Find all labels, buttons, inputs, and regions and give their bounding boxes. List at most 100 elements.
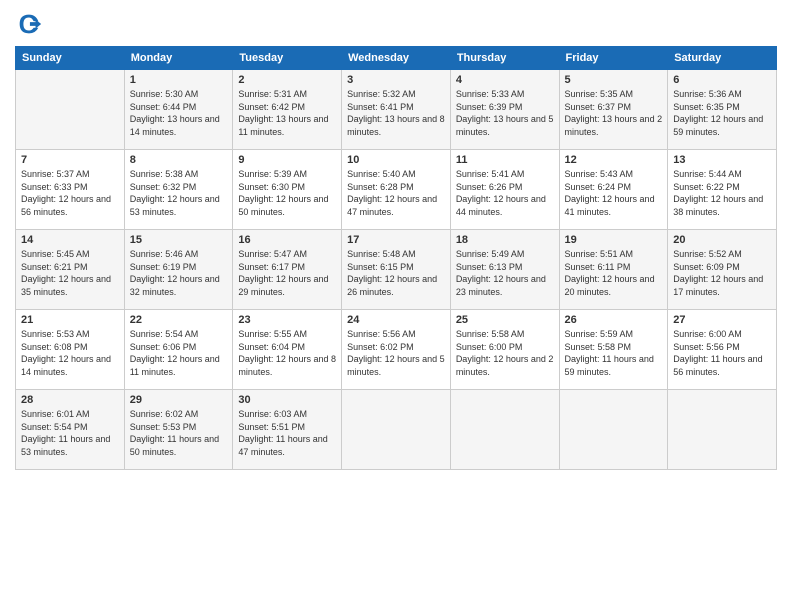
day-cell — [668, 390, 777, 470]
day-info: Sunrise: 5:54 AMSunset: 6:06 PMDaylight:… — [130, 328, 228, 378]
day-cell: 22 Sunrise: 5:54 AMSunset: 6:06 PMDaylig… — [124, 310, 233, 390]
day-cell — [450, 390, 559, 470]
day-cell: 26 Sunrise: 5:59 AMSunset: 5:58 PMDaylig… — [559, 310, 668, 390]
day-info: Sunrise: 5:30 AMSunset: 6:44 PMDaylight:… — [130, 88, 228, 138]
day-info: Sunrise: 5:52 AMSunset: 6:09 PMDaylight:… — [673, 248, 771, 298]
day-info: Sunrise: 5:40 AMSunset: 6:28 PMDaylight:… — [347, 168, 445, 218]
calendar-table: SundayMondayTuesdayWednesdayThursdayFrid… — [15, 46, 777, 470]
day-info: Sunrise: 5:36 AMSunset: 6:35 PMDaylight:… — [673, 88, 771, 138]
day-number: 20 — [673, 234, 771, 246]
day-info: Sunrise: 5:48 AMSunset: 6:15 PMDaylight:… — [347, 248, 445, 298]
day-info: Sunrise: 5:31 AMSunset: 6:42 PMDaylight:… — [238, 88, 336, 138]
week-row-2: 7 Sunrise: 5:37 AMSunset: 6:33 PMDayligh… — [16, 150, 777, 230]
day-info: Sunrise: 6:02 AMSunset: 5:53 PMDaylight:… — [130, 408, 228, 458]
day-number: 30 — [238, 394, 336, 406]
day-cell: 25 Sunrise: 5:58 AMSunset: 6:00 PMDaylig… — [450, 310, 559, 390]
day-info: Sunrise: 6:03 AMSunset: 5:51 PMDaylight:… — [238, 408, 336, 458]
day-number: 13 — [673, 154, 771, 166]
day-cell: 23 Sunrise: 5:55 AMSunset: 6:04 PMDaylig… — [233, 310, 342, 390]
weekday-header-tuesday: Tuesday — [233, 47, 342, 70]
weekday-header-wednesday: Wednesday — [342, 47, 451, 70]
weekday-header-monday: Monday — [124, 47, 233, 70]
day-cell: 15 Sunrise: 5:46 AMSunset: 6:19 PMDaylig… — [124, 230, 233, 310]
day-cell: 1 Sunrise: 5:30 AMSunset: 6:44 PMDayligh… — [124, 70, 233, 150]
day-cell: 2 Sunrise: 5:31 AMSunset: 6:42 PMDayligh… — [233, 70, 342, 150]
day-cell — [559, 390, 668, 470]
day-cell: 8 Sunrise: 5:38 AMSunset: 6:32 PMDayligh… — [124, 150, 233, 230]
day-cell: 30 Sunrise: 6:03 AMSunset: 5:51 PMDaylig… — [233, 390, 342, 470]
day-cell: 11 Sunrise: 5:41 AMSunset: 6:26 PMDaylig… — [450, 150, 559, 230]
day-cell: 20 Sunrise: 5:52 AMSunset: 6:09 PMDaylig… — [668, 230, 777, 310]
day-info: Sunrise: 5:41 AMSunset: 6:26 PMDaylight:… — [456, 168, 554, 218]
day-cell: 17 Sunrise: 5:48 AMSunset: 6:15 PMDaylig… — [342, 230, 451, 310]
day-info: Sunrise: 6:01 AMSunset: 5:54 PMDaylight:… — [21, 408, 119, 458]
weekday-header-row: SundayMondayTuesdayWednesdayThursdayFrid… — [16, 47, 777, 70]
day-cell: 18 Sunrise: 5:49 AMSunset: 6:13 PMDaylig… — [450, 230, 559, 310]
day-cell: 13 Sunrise: 5:44 AMSunset: 6:22 PMDaylig… — [668, 150, 777, 230]
day-number: 4 — [456, 74, 554, 86]
day-info: Sunrise: 5:56 AMSunset: 6:02 PMDaylight:… — [347, 328, 445, 378]
day-info: Sunrise: 5:49 AMSunset: 6:13 PMDaylight:… — [456, 248, 554, 298]
day-cell: 27 Sunrise: 6:00 AMSunset: 5:56 PMDaylig… — [668, 310, 777, 390]
day-info: Sunrise: 5:58 AMSunset: 6:00 PMDaylight:… — [456, 328, 554, 378]
day-info: Sunrise: 5:32 AMSunset: 6:41 PMDaylight:… — [347, 88, 445, 138]
day-cell: 3 Sunrise: 5:32 AMSunset: 6:41 PMDayligh… — [342, 70, 451, 150]
day-number: 8 — [130, 154, 228, 166]
day-number: 11 — [456, 154, 554, 166]
day-info: Sunrise: 6:00 AMSunset: 5:56 PMDaylight:… — [673, 328, 771, 378]
day-number: 23 — [238, 314, 336, 326]
day-number: 22 — [130, 314, 228, 326]
day-cell: 16 Sunrise: 5:47 AMSunset: 6:17 PMDaylig… — [233, 230, 342, 310]
day-cell: 10 Sunrise: 5:40 AMSunset: 6:28 PMDaylig… — [342, 150, 451, 230]
day-number: 18 — [456, 234, 554, 246]
day-number: 5 — [565, 74, 663, 86]
day-number: 17 — [347, 234, 445, 246]
day-number: 2 — [238, 74, 336, 86]
day-cell: 12 Sunrise: 5:43 AMSunset: 6:24 PMDaylig… — [559, 150, 668, 230]
day-info: Sunrise: 5:51 AMSunset: 6:11 PMDaylight:… — [565, 248, 663, 298]
day-cell: 9 Sunrise: 5:39 AMSunset: 6:30 PMDayligh… — [233, 150, 342, 230]
day-info: Sunrise: 5:39 AMSunset: 6:30 PMDaylight:… — [238, 168, 336, 218]
day-cell: 14 Sunrise: 5:45 AMSunset: 6:21 PMDaylig… — [16, 230, 125, 310]
logo-icon — [15, 10, 43, 38]
day-number: 26 — [565, 314, 663, 326]
day-number: 7 — [21, 154, 119, 166]
weekday-header-sunday: Sunday — [16, 47, 125, 70]
day-cell: 28 Sunrise: 6:01 AMSunset: 5:54 PMDaylig… — [16, 390, 125, 470]
day-number: 24 — [347, 314, 445, 326]
day-number: 9 — [238, 154, 336, 166]
week-row-3: 14 Sunrise: 5:45 AMSunset: 6:21 PMDaylig… — [16, 230, 777, 310]
day-number: 6 — [673, 74, 771, 86]
weekday-header-friday: Friday — [559, 47, 668, 70]
day-number: 15 — [130, 234, 228, 246]
day-cell: 5 Sunrise: 5:35 AMSunset: 6:37 PMDayligh… — [559, 70, 668, 150]
weekday-header-saturday: Saturday — [668, 47, 777, 70]
day-number: 16 — [238, 234, 336, 246]
week-row-5: 28 Sunrise: 6:01 AMSunset: 5:54 PMDaylig… — [16, 390, 777, 470]
day-number: 12 — [565, 154, 663, 166]
week-row-4: 21 Sunrise: 5:53 AMSunset: 6:08 PMDaylig… — [16, 310, 777, 390]
day-cell: 4 Sunrise: 5:33 AMSunset: 6:39 PMDayligh… — [450, 70, 559, 150]
day-cell — [16, 70, 125, 150]
day-info: Sunrise: 5:43 AMSunset: 6:24 PMDaylight:… — [565, 168, 663, 218]
day-info: Sunrise: 5:35 AMSunset: 6:37 PMDaylight:… — [565, 88, 663, 138]
day-number: 25 — [456, 314, 554, 326]
day-info: Sunrise: 5:37 AMSunset: 6:33 PMDaylight:… — [21, 168, 119, 218]
day-cell: 24 Sunrise: 5:56 AMSunset: 6:02 PMDaylig… — [342, 310, 451, 390]
day-info: Sunrise: 5:46 AMSunset: 6:19 PMDaylight:… — [130, 248, 228, 298]
day-cell: 19 Sunrise: 5:51 AMSunset: 6:11 PMDaylig… — [559, 230, 668, 310]
week-row-1: 1 Sunrise: 5:30 AMSunset: 6:44 PMDayligh… — [16, 70, 777, 150]
header — [15, 10, 777, 38]
day-info: Sunrise: 5:55 AMSunset: 6:04 PMDaylight:… — [238, 328, 336, 378]
day-cell: 21 Sunrise: 5:53 AMSunset: 6:08 PMDaylig… — [16, 310, 125, 390]
day-info: Sunrise: 5:59 AMSunset: 5:58 PMDaylight:… — [565, 328, 663, 378]
day-number: 27 — [673, 314, 771, 326]
day-info: Sunrise: 5:33 AMSunset: 6:39 PMDaylight:… — [456, 88, 554, 138]
day-info: Sunrise: 5:45 AMSunset: 6:21 PMDaylight:… — [21, 248, 119, 298]
day-number: 14 — [21, 234, 119, 246]
day-cell: 6 Sunrise: 5:36 AMSunset: 6:35 PMDayligh… — [668, 70, 777, 150]
day-number: 19 — [565, 234, 663, 246]
day-number: 1 — [130, 74, 228, 86]
day-number: 29 — [130, 394, 228, 406]
day-number: 3 — [347, 74, 445, 86]
